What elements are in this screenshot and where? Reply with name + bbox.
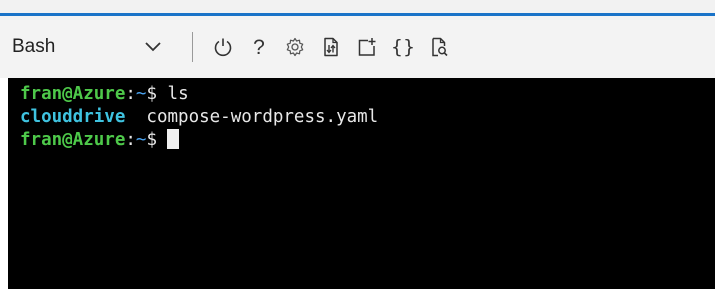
chevron-down-icon[interactable] (142, 36, 164, 58)
prompt-user: fran@Azure (20, 84, 126, 104)
prompt-user: fran@Azure (20, 130, 126, 150)
directory-entry: clouddrive (20, 107, 126, 127)
prompt-separator: : (125, 130, 136, 150)
editor-icon[interactable]: {} (385, 29, 421, 65)
shell-type-dropdown[interactable]: Bash (12, 16, 190, 78)
help-label: ? (253, 35, 265, 59)
restart-icon[interactable] (205, 29, 241, 65)
prompt-path: ~ (135, 130, 147, 150)
command-text: ls (157, 84, 189, 104)
prompt-path: ~ (135, 84, 147, 104)
shell-type-label: Bash (12, 36, 56, 57)
settings-icon[interactable] (277, 29, 313, 65)
help-icon[interactable]: ? (241, 29, 277, 65)
terminal-line-3: fran@Azure:~$ (20, 129, 715, 152)
upload-download-icon[interactable] (313, 29, 349, 65)
prompt-separator: : (125, 84, 136, 104)
web-preview-icon[interactable] (421, 29, 457, 65)
terminal-line-1: fran@Azure:~$ ls (20, 83, 715, 106)
window-top-band (0, 0, 715, 13)
terminal-output[interactable]: fran@Azure:~$ ls clouddrive compose-word… (8, 78, 715, 289)
file-entry: compose-wordpress.yaml (125, 107, 379, 127)
prompt-symbol: $ (146, 130, 157, 150)
terminal-line-2: clouddrive compose-wordpress.yaml (20, 106, 715, 129)
cloud-shell-toolbar: Bash ? {} (0, 16, 715, 78)
toolbar-divider (192, 32, 193, 62)
new-session-icon[interactable] (349, 29, 385, 65)
terminal-cursor (167, 129, 179, 149)
editor-label: {} (390, 35, 416, 58)
prompt-symbol: $ (146, 84, 157, 104)
